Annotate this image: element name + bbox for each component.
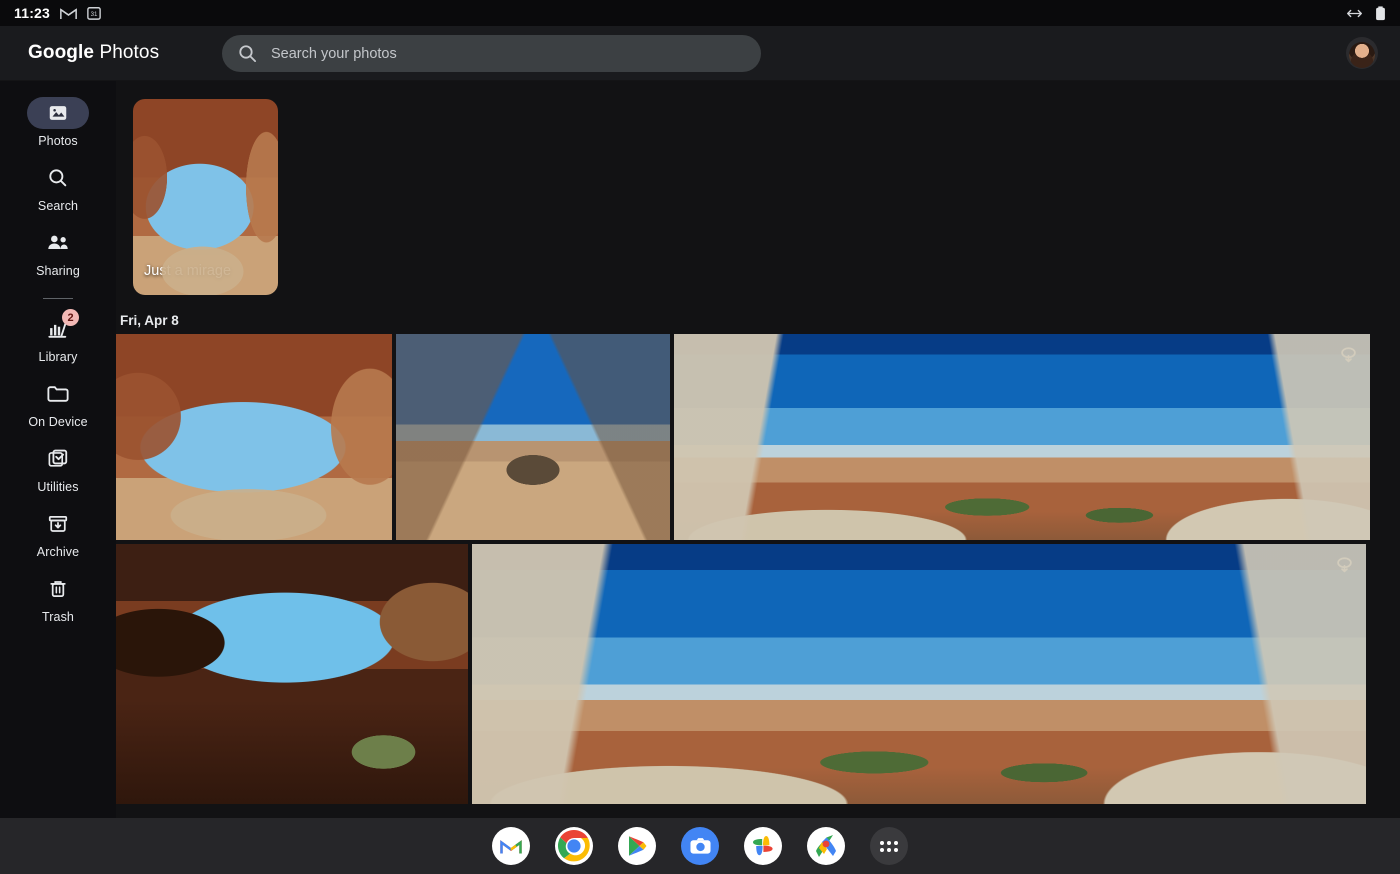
badge-count: 2: [62, 309, 79, 326]
sidebar-item-label: Search: [38, 199, 78, 213]
avatar-image: [1349, 42, 1375, 68]
avatar[interactable]: [1346, 37, 1378, 69]
gmail-icon: [500, 838, 522, 855]
status-bar-right: [1346, 6, 1386, 21]
taskbar-app-gmail[interactable]: [492, 827, 530, 865]
search-input[interactable]: Search your photos: [271, 46, 397, 62]
photo-grid-row: [116, 544, 1400, 804]
sidebar-item-photos[interactable]: Photos: [8, 97, 108, 148]
calendar-icon: 31: [87, 6, 101, 20]
memories-row: Just a mirage: [116, 81, 1400, 295]
taskbar: [0, 818, 1400, 874]
sidebar-item-label: Archive: [37, 545, 79, 559]
sidebar-item-label: Library: [39, 350, 78, 364]
sidebar-item-trash[interactable]: Trash: [8, 573, 108, 624]
checkbox-stack-icon: [27, 443, 89, 475]
search-icon: [238, 44, 257, 63]
sidebar-item-utilities[interactable]: Utilities: [8, 443, 108, 494]
sidebar-item-label: Trash: [42, 610, 74, 624]
svg-text:31: 31: [91, 11, 98, 18]
taskbar-app-camera[interactable]: [681, 827, 719, 865]
taskbar-app-photos[interactable]: [744, 827, 782, 865]
panorama-360-icon: [1335, 555, 1354, 574]
device-screen: 11:23 31: [0, 0, 1400, 874]
memory-title: Just a mirage: [144, 263, 231, 279]
sidebar-item-label: Sharing: [36, 264, 80, 278]
search-icon: [27, 162, 89, 194]
play-store-icon: [627, 835, 647, 857]
sidebar-item-library[interactable]: 2 Library: [8, 313, 108, 364]
app-header: Google Photos Search your photos: [0, 26, 1400, 81]
photo-tile[interactable]: [116, 334, 392, 540]
maps-icon: [813, 833, 839, 859]
panorama-360-icon: [1339, 345, 1358, 364]
sidebar-item-label: Utilities: [37, 480, 78, 494]
photo-tile[interactable]: [472, 544, 1366, 804]
taskbar-app-play-store[interactable]: [618, 827, 656, 865]
photo-icon: [27, 97, 89, 129]
app-logo: Google Photos: [28, 42, 159, 64]
photo-grid: [116, 334, 1400, 804]
trash-icon: [27, 573, 89, 605]
archive-icon: [27, 508, 89, 540]
chrome-icon: [557, 829, 591, 863]
folder-icon: [27, 378, 89, 410]
photo-tile[interactable]: [116, 544, 468, 804]
drawer-dots: [880, 841, 898, 852]
sidebar-item-sharing[interactable]: Sharing: [8, 227, 108, 278]
photo-tile[interactable]: [396, 334, 670, 540]
status-bar-left: 11:23 31: [14, 5, 101, 21]
sidebar-item-on-device[interactable]: On Device: [8, 378, 108, 429]
sidebar-divider: [43, 298, 73, 299]
brand-google: Google: [28, 42, 94, 63]
sidebar-item-archive[interactable]: Archive: [8, 508, 108, 559]
status-bar: 11:23 31: [0, 0, 1400, 26]
sidebar-item-search[interactable]: Search: [8, 162, 108, 213]
taskbar-app-maps[interactable]: [807, 827, 845, 865]
camera-icon: [690, 837, 711, 855]
clock: 11:23: [14, 5, 50, 21]
brand-photos: Photos: [99, 42, 159, 63]
app-drawer-icon[interactable]: [870, 827, 908, 865]
photo-grid-area: Just a mirage Fri, Apr 8: [116, 81, 1400, 818]
people-icon: [27, 227, 89, 259]
battery-icon: [1375, 6, 1386, 21]
sidebar-item-label: On Device: [28, 415, 87, 429]
date-header: Fri, Apr 8: [120, 313, 1400, 328]
memory-card[interactable]: Just a mirage: [133, 99, 278, 295]
photo-grid-row: [116, 334, 1400, 540]
resize-horizontal-icon: [1346, 8, 1363, 19]
library-icon: 2: [27, 313, 89, 345]
taskbar-app-chrome[interactable]: [555, 827, 593, 865]
search-bar[interactable]: Search your photos: [222, 35, 761, 72]
photo-tile[interactable]: [674, 334, 1370, 540]
sidebar-item-label: Photos: [38, 134, 78, 148]
photos-icon: [750, 833, 776, 859]
sidebar-nav: Photos Search Sharing 2 Library On Device Util…: [0, 81, 116, 818]
gmail-icon: [60, 7, 77, 20]
